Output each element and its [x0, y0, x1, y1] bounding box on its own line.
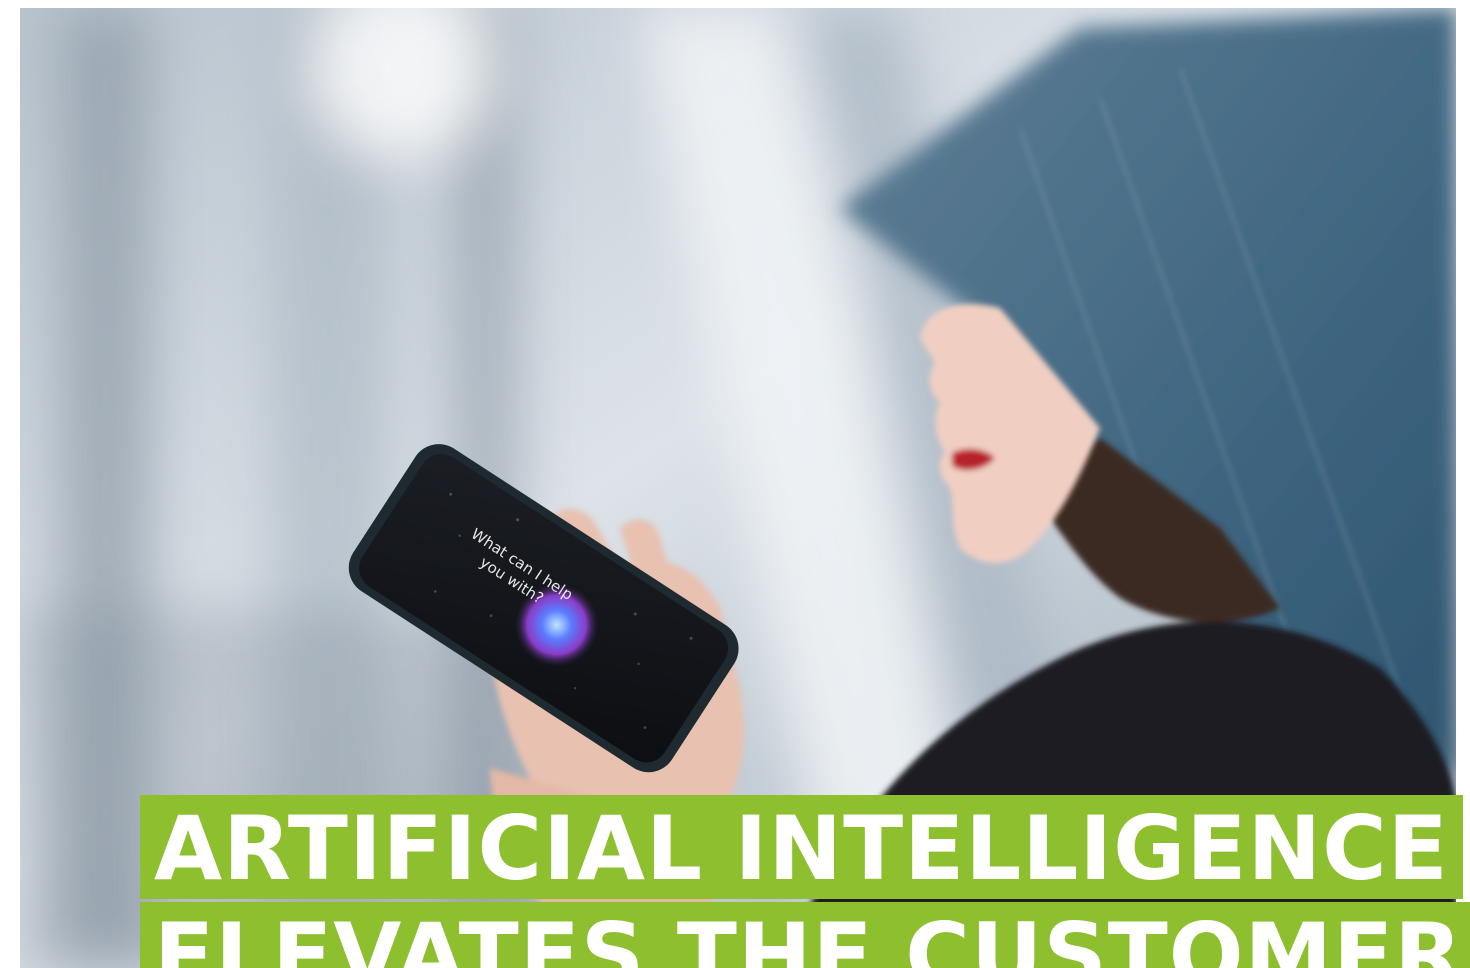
page: What can I help you with? ARTIFICIAL INT…: [0, 0, 1470, 968]
headline-line-1: ARTIFICIAL INTELLIGENCE: [140, 795, 1463, 899]
headline-line-2: ELEVATES THE CUSTOMER: [140, 902, 1470, 968]
